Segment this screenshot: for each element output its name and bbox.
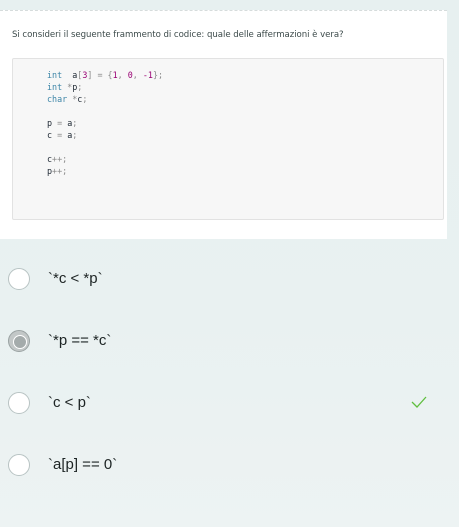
answer-label: `*p == *c` <box>48 332 112 349</box>
code-token: , <box>117 70 128 80</box>
checkmark-icon <box>411 396 427 408</box>
radio-button[interactable] <box>8 268 30 290</box>
answer-option-2[interactable]: `*p == *c` <box>8 326 438 354</box>
code-line: int a[3] = {1, 0, -1}; <box>47 70 163 82</box>
code-token: ; <box>72 118 78 128</box>
code-token: = <box>52 130 68 140</box>
radio-button[interactable] <box>8 454 30 476</box>
code-token: ++; <box>52 166 68 176</box>
code-token: = <box>52 118 68 128</box>
code-line: p = a; <box>47 118 77 130</box>
code-line: c++; <box>47 154 67 166</box>
radio-button[interactable] <box>8 392 30 414</box>
code-token: ; <box>72 130 78 140</box>
code-line: char *c; <box>47 94 87 106</box>
code-token: ; <box>77 82 83 92</box>
code-token: * <box>67 94 78 104</box>
answer-option-3[interactable]: `c < p` <box>8 388 438 416</box>
code-token: }; <box>152 70 164 80</box>
code-token: = { <box>92 70 113 80</box>
answer-label: `a[p] == 0` <box>48 456 118 473</box>
code-token: * <box>62 82 73 92</box>
answer-label: `c < p` <box>48 394 91 411</box>
answer-option-4[interactable]: `a[p] == 0` <box>8 450 438 478</box>
code-token: ; <box>82 94 88 104</box>
code-token: ++; <box>52 154 68 164</box>
code-token: , <box>132 70 143 80</box>
question-text: Si consideri il seguente frammento di co… <box>12 30 344 40</box>
code-block: int a[3] = {1, 0, -1}; int *p; char *c; … <box>12 58 444 220</box>
code-token: int <box>47 70 63 80</box>
radio-button-selected[interactable] <box>8 330 30 352</box>
answer-label: `*c < *p` <box>48 270 103 287</box>
code-line: int *p; <box>47 82 82 94</box>
code-token: -1 <box>142 70 153 80</box>
question-card: Si consideri il seguente frammento di co… <box>0 10 447 239</box>
answer-option-1[interactable]: `*c < *p` <box>8 264 438 292</box>
code-line: p++; <box>47 166 67 178</box>
code-token: char <box>47 94 68 104</box>
code-token: int <box>47 82 63 92</box>
code-line: c = a; <box>47 130 77 142</box>
